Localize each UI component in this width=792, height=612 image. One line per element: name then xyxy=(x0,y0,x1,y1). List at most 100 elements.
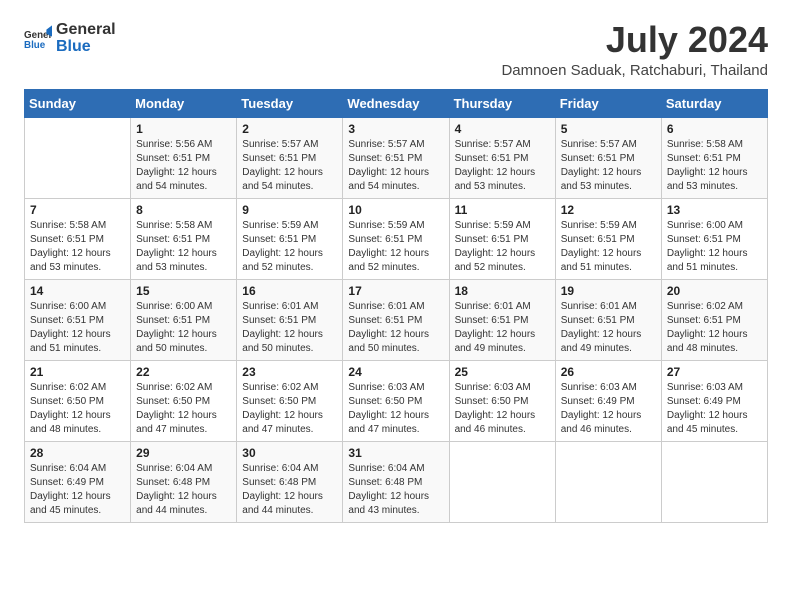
day-number: 11 xyxy=(455,203,550,217)
sunrise-text: Sunrise: 6:02 AM xyxy=(136,382,212,393)
day-number: 18 xyxy=(455,284,550,298)
day-info: Sunrise: 5:59 AMSunset: 6:51 PMDaylight:… xyxy=(348,219,443,275)
sunset-text: Sunset: 6:51 PM xyxy=(242,234,316,245)
day-cell-1-4: 3Sunrise: 5:57 AMSunset: 6:51 PMDaylight… xyxy=(343,117,449,198)
day-info: Sunrise: 6:00 AM Sunset: 6:51 PM Daylight:… xyxy=(667,219,762,275)
daylight-text: Daylight: 12 hours and 51 minutes. xyxy=(561,248,642,273)
day-number: 30 xyxy=(242,446,337,460)
day-cell-1-5: 4Sunrise: 5:57 AMSunset: 6:51 PMDaylight… xyxy=(449,117,555,198)
sunset-text: Sunset: 6:51 PM xyxy=(348,234,422,245)
sunrise-text: Sunrise: 6:03 AM xyxy=(667,382,743,393)
day-cell-4-3: 23Sunrise: 6:02 AMSunset: 6:50 PMDayligh… xyxy=(237,360,343,441)
daylight-text: Daylight: 12 hours and 48 minutes. xyxy=(30,410,111,435)
daylight-text: Daylight: 12 hours and 49 minutes. xyxy=(455,329,536,354)
sunset-text: Sunset: 6:50 PM xyxy=(348,396,422,407)
sunset-text: Sunset: 6:50 PM xyxy=(30,396,104,407)
day-number: 28 xyxy=(30,446,125,460)
sunset-text: Sunset: 6:49 PM xyxy=(667,396,741,407)
daylight-text: Daylight: 12 hours and 44 minutes. xyxy=(136,491,217,516)
sunset-text: Sunset: 6:51 PM xyxy=(348,153,422,164)
sunset-text: Sunset: 6:49 PM xyxy=(30,477,104,488)
day-cell-1-6: 5Sunrise: 5:57 AMSunset: 6:51 PMDaylight… xyxy=(555,117,661,198)
sunset-text: Sunset: 6:50 PM xyxy=(242,396,316,407)
daylight-text: Daylight: 12 hours and 52 minutes. xyxy=(455,248,536,273)
day-info: Sunrise: 6:02 AMSunset: 6:50 PMDaylight:… xyxy=(136,381,231,437)
daylight-text: Daylight: 12 hours and 50 minutes. xyxy=(242,329,323,354)
daylight-text: Daylight: 12 hours and 51 minutes. xyxy=(667,248,748,273)
day-info: Sunrise: 6:01 AMSunset: 6:51 PMDaylight:… xyxy=(348,300,443,356)
day-number: 22 xyxy=(136,365,231,379)
day-info: Sunrise: 6:01 AM Sunset: 6:51 PM Daylight:… xyxy=(242,300,337,356)
col-thursday: Thursday xyxy=(449,89,555,117)
day-cell-5-5 xyxy=(449,441,555,522)
sunrise-text: Sunrise: 5:57 AM xyxy=(348,139,424,150)
day-cell-5-7 xyxy=(661,441,767,522)
sunrise-text: Sunrise: 6:01 AM xyxy=(242,301,318,312)
day-info: Sunrise: 6:04 AMSunset: 6:48 PMDaylight:… xyxy=(242,462,337,518)
day-info: Sunrise: 6:04 AMSunset: 6:49 PMDaylight:… xyxy=(30,462,125,518)
day-number: 29 xyxy=(136,446,231,460)
daylight-text: Daylight: 12 hours and 53 minutes. xyxy=(455,167,536,192)
day-number: 16 xyxy=(242,284,337,298)
day-number: 9 xyxy=(242,203,337,217)
header-row: Sunday Monday Tuesday Wednesday Thursday… xyxy=(25,89,768,117)
sunrise-text: Sunrise: 6:00 AM xyxy=(667,220,743,231)
day-number: 15 xyxy=(136,284,231,298)
sunset-text: Sunset: 6:51 PM xyxy=(242,315,316,326)
day-info: Sunrise: 5:59 AM Sunset: 6:51 PM Daylight:… xyxy=(242,219,337,275)
day-cell-3-4: 17Sunrise: 6:01 AMSunset: 6:51 PMDayligh… xyxy=(343,279,449,360)
daylight-text: Daylight: 12 hours and 44 minutes. xyxy=(242,491,323,516)
main-title: July 2024 xyxy=(501,20,768,60)
day-cell-3-1: 14Sunrise: 6:00 AMSunset: 6:51 PMDayligh… xyxy=(25,279,131,360)
daylight-text: Daylight: 12 hours and 53 minutes. xyxy=(561,167,642,192)
day-number: 26 xyxy=(561,365,656,379)
daylight-text: Daylight: 12 hours and 51 minutes. xyxy=(30,329,111,354)
day-info: Sunrise: 5:57 AMSunset: 6:51 PMDaylight:… xyxy=(455,138,550,194)
day-cell-2-2: 8 Sunrise: 5:58 AMSunset: 6:51 PMDaylight… xyxy=(131,198,237,279)
day-cell-3-7: 20Sunrise: 6:02 AMSunset: 6:51 PMDayligh… xyxy=(661,279,767,360)
day-cell-3-2: 15 Sunrise: 6:00 AMSunset: 6:51 PMDayligh… xyxy=(131,279,237,360)
sunrise-text: Sunrise: 6:00 AM xyxy=(136,301,212,312)
sunset-text: Sunset: 6:51 PM xyxy=(455,234,529,245)
day-cell-5-6 xyxy=(555,441,661,522)
calendar-body: 1Sunrise: 5:56 AMSunset: 6:51 PMDaylight… xyxy=(25,117,768,522)
day-cell-2-5: 11Sunrise: 5:59 AMSunset: 6:51 PMDayligh… xyxy=(449,198,555,279)
daylight-text: Daylight: 12 hours and 52 minutes. xyxy=(242,248,323,273)
daylight-text: Daylight: 12 hours and 52 minutes. xyxy=(348,248,429,273)
daylight-text: Daylight: 12 hours and 50 minutes. xyxy=(136,329,217,354)
day-info: Sunrise: 5:56 AMSunset: 6:51 PMDaylight:… xyxy=(136,138,231,194)
day-number: 24 xyxy=(348,365,443,379)
daylight-text: Daylight: 12 hours and 54 minutes. xyxy=(136,167,217,192)
day-cell-5-2: 29Sunrise: 6:04 AMSunset: 6:48 PMDayligh… xyxy=(131,441,237,522)
sunset-text: Sunset: 6:50 PM xyxy=(455,396,529,407)
week-row-1: 1Sunrise: 5:56 AMSunset: 6:51 PMDaylight… xyxy=(25,117,768,198)
sunset-text: Sunset: 6:51 PM xyxy=(667,315,741,326)
day-number: 8 xyxy=(136,203,231,217)
sunrise-text: Sunrise: 5:59 AM xyxy=(242,220,318,231)
day-info: Sunrise: 6:00 AMSunset: 6:51 PMDaylight:… xyxy=(136,300,231,356)
day-number: 27 xyxy=(667,365,762,379)
daylight-text: Daylight: 12 hours and 53 minutes. xyxy=(136,248,217,273)
day-info: Sunrise: 6:02 AMSunset: 6:50 PMDaylight:… xyxy=(242,381,337,437)
sunset-text: Sunset: 6:51 PM xyxy=(30,234,104,245)
sunset-text: Sunset: 6:51 PM xyxy=(667,153,741,164)
day-info: Sunrise: 5:58 AMSunset: 6:51 PMDaylight:… xyxy=(136,219,231,275)
day-cell-1-3: 2Sunrise: 5:57 AMSunset: 6:51 PMDaylight… xyxy=(237,117,343,198)
day-cell-3-5: 18Sunrise: 6:01 AMSunset: 6:51 PMDayligh… xyxy=(449,279,555,360)
day-cell-2-4: 10Sunrise: 5:59 AMSunset: 6:51 PMDayligh… xyxy=(343,198,449,279)
day-info: Sunrise: 5:59 AMSunset: 6:51 PMDaylight:… xyxy=(561,219,656,275)
sunrise-text: Sunrise: 5:59 AM xyxy=(561,220,637,231)
day-info: Sunrise: 6:02 AMSunset: 6:50 PMDaylight:… xyxy=(30,381,125,437)
sunset-text: Sunset: 6:51 PM xyxy=(667,234,741,245)
daylight-text: Daylight: 12 hours and 48 minutes. xyxy=(667,329,748,354)
sunset-text: Sunset: 6:49 PM xyxy=(561,396,635,407)
day-cell-3-3: 16 Sunrise: 6:01 AM Sunset: 6:51 PM Dayligh… xyxy=(237,279,343,360)
daylight-text: Daylight: 12 hours and 53 minutes. xyxy=(30,248,111,273)
day-cell-2-3: 9 Sunrise: 5:59 AM Sunset: 6:51 PM Daylight… xyxy=(237,198,343,279)
day-number: 2 xyxy=(242,122,337,136)
sunrise-text: Sunrise: 6:04 AM xyxy=(136,463,212,474)
header: General Blue General Blue July 2024 Damn… xyxy=(24,20,768,79)
sunrise-text: Sunrise: 5:58 AM xyxy=(136,220,212,231)
day-info: Sunrise: 6:02 AMSunset: 6:51 PMDaylight:… xyxy=(667,300,762,356)
day-info: Sunrise: 5:57 AMSunset: 6:51 PMDaylight:… xyxy=(561,138,656,194)
